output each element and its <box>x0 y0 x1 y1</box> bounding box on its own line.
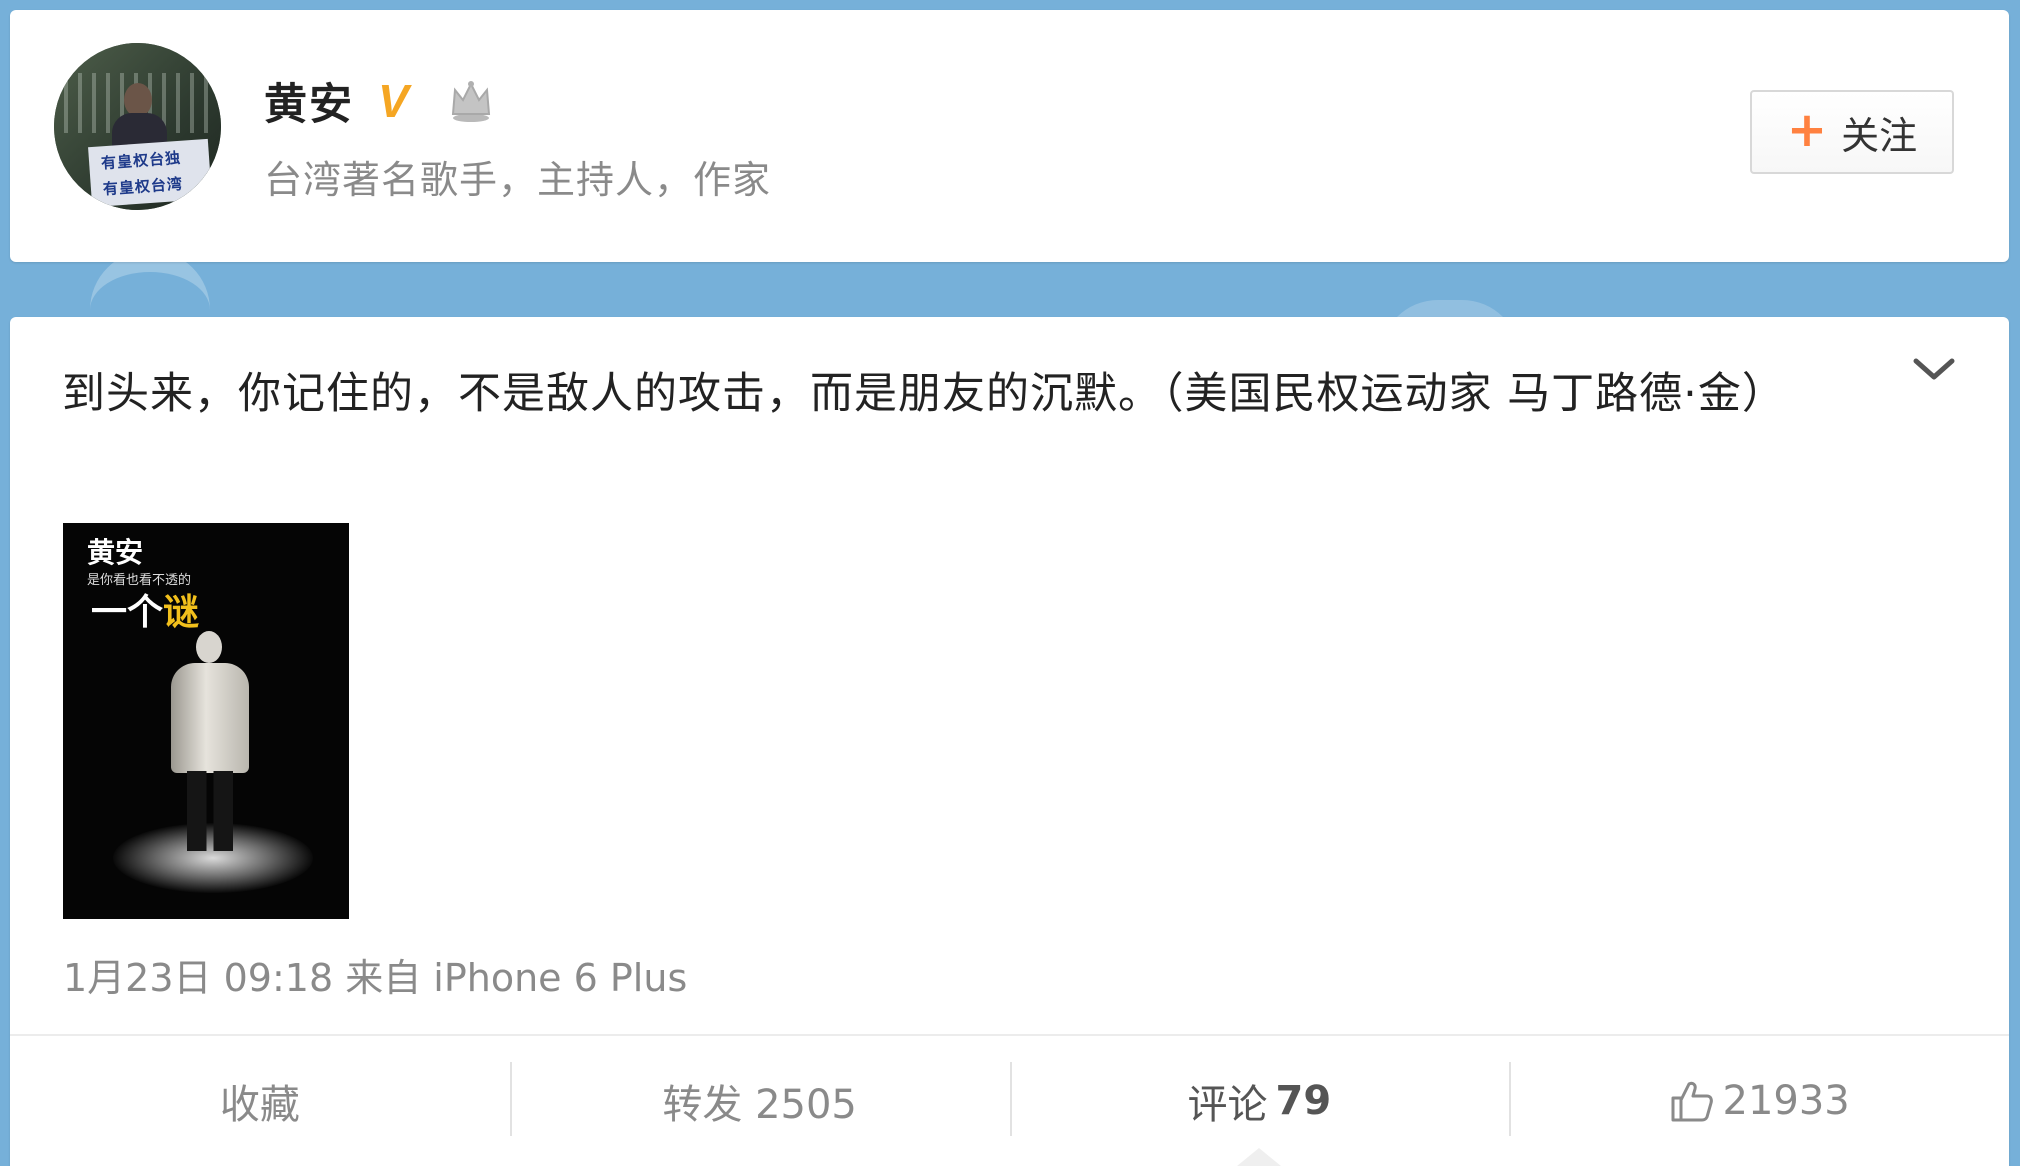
active-tab-indicator <box>1237 1148 1282 1166</box>
repost-button[interactable]: 转发 2505 <box>509 1036 1010 1166</box>
crown-icon <box>451 81 491 122</box>
action-bar: 收藏 转发 2505 评论 79 21933 <box>10 1036 2009 1166</box>
thumbs-up-icon <box>1671 1081 1713 1122</box>
verified-badge-icon: V <box>378 75 409 127</box>
image-title: 黄安 <box>87 536 144 569</box>
user-name[interactable]: 黄安 <box>264 70 354 132</box>
post-text: 到头来，你记住的，不是敌人的攻击，而是朋友的沉默。（美国民权运动家 马丁路德·金… <box>62 369 1786 419</box>
avatar[interactable]: 有皇权台独 有皇权台湾 <box>54 43 221 210</box>
comment-button[interactable]: 评论 79 <box>1009 1036 1510 1166</box>
follow-button[interactable]: + 关注 <box>1750 90 1954 174</box>
image-caption: 一个谜 <box>91 592 200 633</box>
like-button[interactable]: 21933 <box>1509 1036 2009 1166</box>
user-description: 台湾著名歌手，主持人，作家 <box>264 158 772 202</box>
post-timestamp[interactable]: 1月23日 09:18 来自 iPhone 6 Plus <box>63 947 687 1002</box>
chevron-down-icon[interactable] <box>1912 355 1956 383</box>
profile-header-card <box>10 10 2009 262</box>
follow-label: 关注 <box>1841 113 1918 158</box>
post-image[interactable]: 黄安 是你看也看不透的 一个谜 <box>63 523 349 919</box>
favorite-button[interactable]: 收藏 <box>10 1036 510 1166</box>
avatar-sign: 有皇权台独 有皇权台湾 <box>88 138 212 208</box>
plus-icon: + <box>1786 102 1828 158</box>
